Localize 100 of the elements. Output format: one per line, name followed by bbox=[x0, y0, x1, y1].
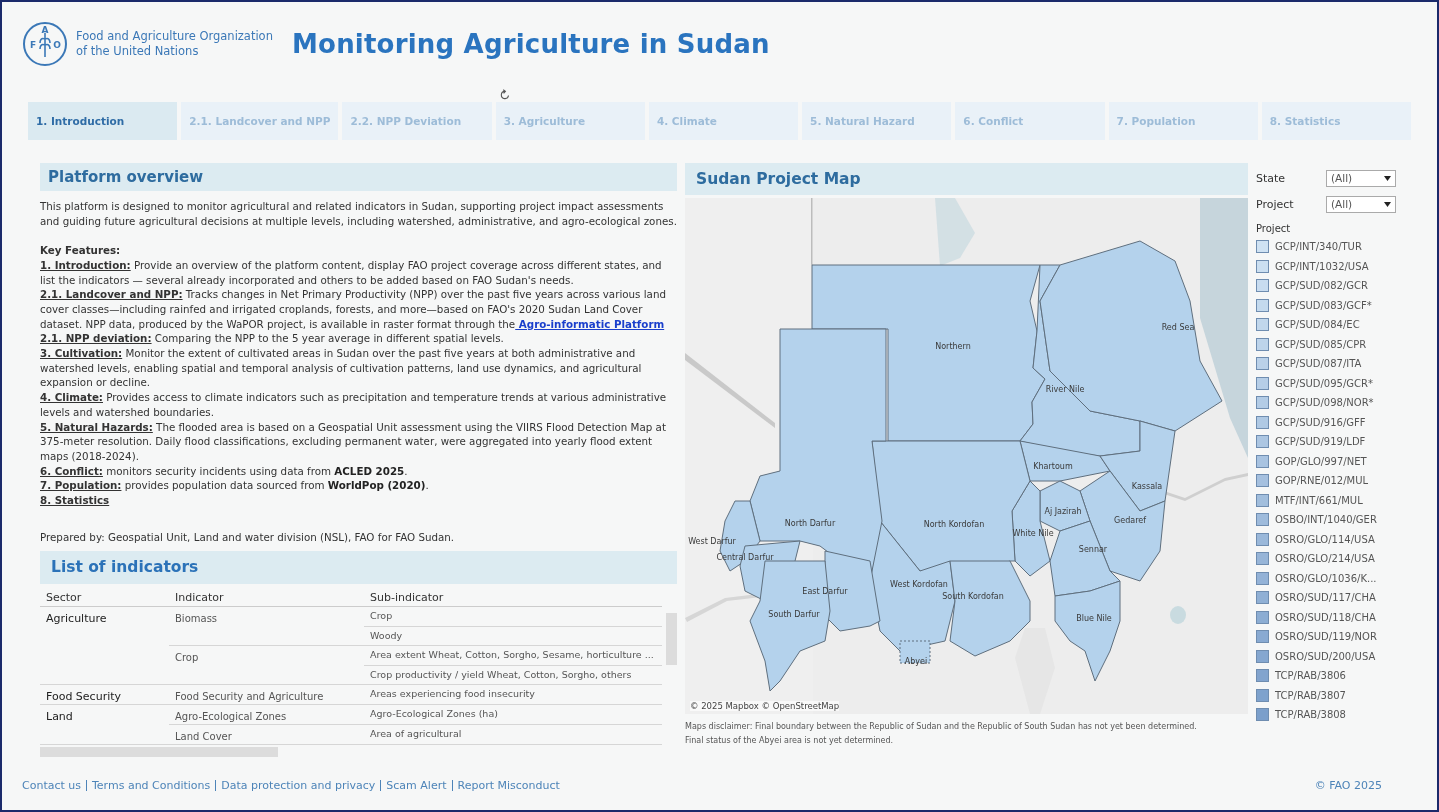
legend-label: GCP/SUD/085/CPR bbox=[1275, 338, 1367, 350]
column-header: Sector bbox=[45, 590, 83, 607]
filter-dropdown[interactable]: (All) bbox=[1326, 195, 1396, 213]
footer-link[interactable]: Contact us bbox=[22, 779, 86, 791]
map-disclaimer: Maps disclaimer: Final boundary between the Republic of Sudan and the Republic of South Sudan has not yet been determined. bbox=[685, 721, 1198, 733]
sub-indicator-cell: Area of agricultural bbox=[370, 728, 462, 740]
legend-label: GOP/GLO/997/NET bbox=[1275, 455, 1367, 467]
state-label: Sennar bbox=[1078, 544, 1108, 554]
legend-label: GCP/SUD/084/EC bbox=[1275, 319, 1360, 331]
filter-label: State bbox=[1256, 171, 1287, 185]
platform-link[interactable]: Agro-informatic Platform bbox=[515, 317, 665, 330]
legend-label: GCP/SUD/916/GFF bbox=[1275, 416, 1366, 428]
fao-logo: F A O bbox=[22, 21, 68, 67]
legend-label: OSRO/SUD/119/NOR bbox=[1275, 631, 1377, 643]
indicator-cell-text: Crop bbox=[175, 651, 199, 664]
state-label: Abyei bbox=[904, 656, 928, 666]
state-label: Kassala bbox=[1131, 481, 1163, 491]
footer-link[interactable]: Scam Alert bbox=[380, 779, 452, 791]
legend-label: GOP/RNE/012/MUL bbox=[1275, 475, 1369, 487]
state-label: Gedaref bbox=[1114, 515, 1146, 525]
legend-label: GCP/SUD/087/ITA bbox=[1275, 358, 1362, 370]
state-label: West Kordofan bbox=[890, 579, 948, 589]
sub-indicator-cell: Crop bbox=[370, 610, 393, 622]
legend-label: TCP/RAB/3808 bbox=[1275, 709, 1346, 721]
legend-label: GCP/SUD/083/GCF* bbox=[1275, 299, 1372, 311]
features-heading: Key Features: bbox=[40, 243, 122, 258]
copyright-text: © FAO 2025 bbox=[1314, 778, 1382, 792]
state-label: North Darfur bbox=[784, 518, 836, 528]
feature-description: 2.1. Landcover and NPP: Tracks changes in Net Primary Productivity (NPP) over the past five years across various land cover classes—including rainfed and irrigated croplands, forests, and more—based on FAO's 2020 Sudan Land Cover dataset. NPP data, produced by the WaPOR project, is available in raster format through the Agro-informatic Platform bbox=[40, 287, 667, 332]
indicator-cell-text: Land Cover bbox=[175, 730, 232, 743]
column-header: Indicator bbox=[174, 590, 225, 607]
state-label: Aj Jazirah bbox=[1044, 506, 1082, 516]
legend-label: GCP/INT/340/TUR bbox=[1275, 241, 1362, 253]
state-label: Northern bbox=[935, 341, 971, 351]
state-label: West Darfur bbox=[688, 536, 736, 546]
nav-tab[interactable]: 1. Introduction bbox=[28, 102, 178, 140]
state-label: Central Darfur bbox=[716, 552, 774, 562]
indicator-cell-text: Agro-Ecological Zones bbox=[175, 710, 287, 723]
legend-label: OSBO/INT/1040/GER bbox=[1275, 514, 1377, 526]
sector-cell-text: Agriculture bbox=[46, 611, 107, 626]
map-disclaimer: Final status of the Abyei area is not yet determined. bbox=[685, 735, 895, 747]
legend-label: OSRO/SUD/118/CHA bbox=[1275, 611, 1376, 623]
caret-icon bbox=[1384, 201, 1391, 207]
indicator-cell-text: Biomass bbox=[175, 612, 218, 625]
footer-link[interactable]: Terms and Conditions bbox=[86, 779, 216, 791]
state-label: Khartoum bbox=[1033, 461, 1073, 471]
legend-label: OSRO/GLO/1036/K... bbox=[1275, 572, 1377, 584]
scrollbar-thumb[interactable] bbox=[666, 613, 677, 666]
filter-dropdown[interactable]: (All) bbox=[1326, 169, 1396, 187]
legend-label: TCP/RAB/3807 bbox=[1275, 689, 1346, 701]
state-label: River Nile bbox=[1045, 384, 1085, 394]
footer-link[interactable]: Report Misconduct bbox=[451, 779, 565, 791]
legend-label: GCP/SUD/095/GCR* bbox=[1275, 377, 1373, 389]
feature-description: 1. Introduction: Provide an overview of the platform content, display FAO project coverage across different states, and list the indicators — several already incorporated and others to be added based on FAO Sudan's needs. bbox=[40, 257, 663, 288]
column-header: Sub-indicator bbox=[369, 590, 445, 607]
sub-indicator-cell: Areas experiencing food insecurity bbox=[370, 688, 535, 700]
state-label: Red Sea bbox=[1161, 322, 1195, 332]
legend-label: GCP/SUD/082/GCR bbox=[1275, 280, 1368, 292]
refresh-icon[interactable] bbox=[499, 89, 511, 101]
feature-description: 4. Climate: Provides access to climate indicators such as precipitation and temperature trends at various administrative levels and watershed boundaries. bbox=[40, 390, 668, 420]
legend-label: GCP/INT/1032/USA bbox=[1275, 260, 1369, 272]
sector-cell-text: Land bbox=[46, 709, 73, 724]
sub-indicator-cell: Crop productivity / yield Wheat, Cotton, Sorgho, others bbox=[370, 668, 632, 680]
sub-indicator-cell: Area extent Wheat, Cotton, Sorgho, Sesame, horticulture ... bbox=[370, 649, 654, 661]
caret-icon bbox=[1384, 175, 1391, 181]
legend-title: Project bbox=[1256, 223, 1292, 236]
feature-description: 7. Population: provides population data sourced from WorldPop (2020). bbox=[40, 478, 430, 494]
filter-label: Project bbox=[1256, 197, 1295, 211]
footer-link[interactable]: Data protection and privacy bbox=[215, 779, 381, 791]
prepared-by-note: Prepared by: Geospatial Unit, Land and water division (NSL), FAO for FAO Sudan. bbox=[40, 529, 456, 545]
state-label: South Kordofan bbox=[942, 591, 1004, 601]
panel-heading: Platform overview bbox=[40, 163, 677, 191]
sub-indicator-cell: Woody bbox=[370, 629, 403, 641]
state-label: South Darfur bbox=[768, 609, 820, 619]
feature-description: 3. Cultivation: Monitor the extent of cultivated areas in Sudan over the past five years at both administrative and watershed levels, enabling spatial and temporal analysis of cultivation patterns, land use dynamics, and agricultural expansion or decline. bbox=[40, 346, 643, 391]
map-attribution: © 2025 Mapbox © OpenStreetMap bbox=[690, 701, 840, 711]
state-label: East Darfur bbox=[802, 586, 848, 596]
legend-label: GCP/SUD/919/LDF bbox=[1275, 436, 1366, 448]
scrollbar-thumb[interactable] bbox=[40, 747, 278, 758]
legend-label: GCP/SUD/098/NOR* bbox=[1275, 397, 1374, 409]
legend-label: MTF/INT/661/MUL bbox=[1275, 494, 1363, 506]
state-label: Blue Nile bbox=[1076, 613, 1112, 623]
legend-label: OSRO/GLO/114/USA bbox=[1275, 533, 1375, 545]
panel-heading: Sudan Project Map bbox=[685, 163, 1248, 195]
feature-description: 5. Natural Hazards: The flooded area is based on a Geospatial Unit assessment using the VIIRS Flood Detection Map at 375-meter resolution. Daily flood classifications, excluding permanent water, were aggregated into yearly flood extent maps (2018-2024). bbox=[40, 419, 667, 464]
state-label: White Nile bbox=[1012, 528, 1054, 538]
sector-cell-text: Food Security bbox=[46, 689, 122, 704]
legend-label: TCP/RAB/3806 bbox=[1275, 670, 1346, 682]
legend-label: OSRO/GLO/214/USA bbox=[1275, 553, 1375, 565]
legend-label: OSRO/SUD/200/USA bbox=[1275, 650, 1376, 662]
dashboard-title: Monitoring Agriculture in Sudan bbox=[292, 29, 770, 59]
panel-heading: List of indicators bbox=[40, 551, 677, 585]
legend-label: OSRO/SUD/117/CHA bbox=[1275, 592, 1376, 604]
overview-paragraph: This platform is designed to monitor agricultural and related indicators in Sudan, supporting project impact assessments and guiding future agricultural decisions at multiple levels, including watershed, administrative, and agro-ecological zones. bbox=[40, 199, 677, 229]
state-label: North Kordofan bbox=[923, 519, 985, 529]
organization-name: Food and Agriculture Organization bbox=[76, 29, 274, 44]
sub-indicator-cell: Agro-Ecological Zones (ha) bbox=[370, 708, 498, 720]
feature-description: 6. Conflict: monitors security incidents using data from ACLED 2025. bbox=[40, 463, 409, 479]
indicator-cell-text: Food Security and Agriculture bbox=[175, 690, 324, 703]
organization-name: of the United Nations bbox=[76, 44, 200, 59]
